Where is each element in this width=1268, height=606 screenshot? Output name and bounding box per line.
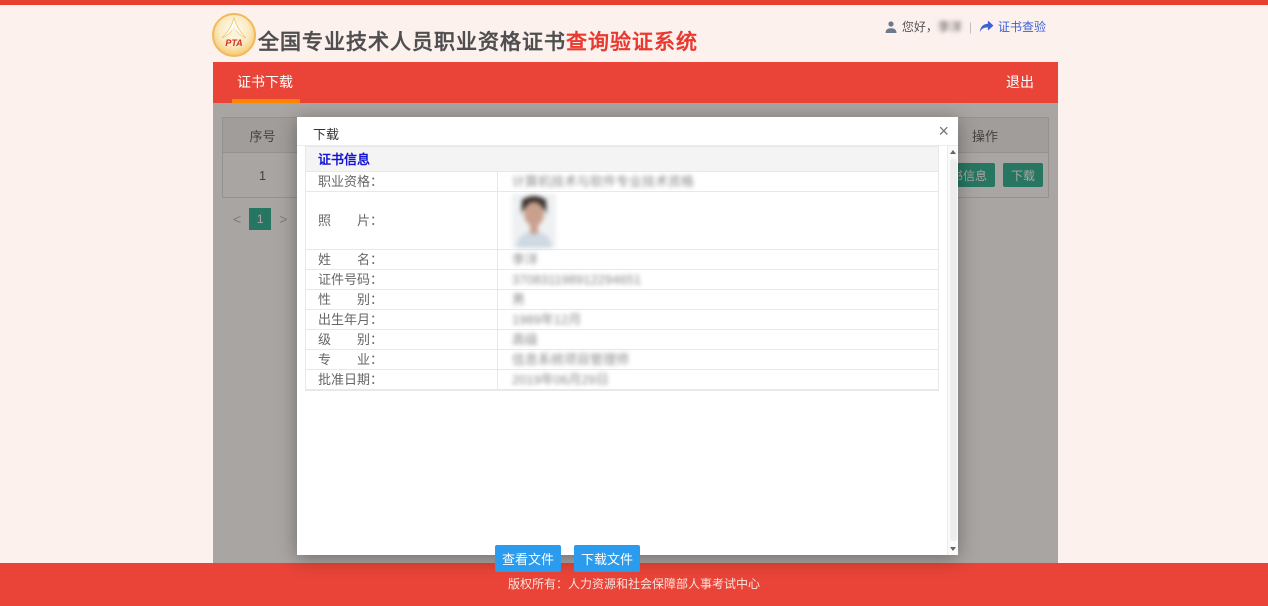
modal-scrollbar[interactable] — [947, 146, 958, 555]
field-label: 级 别： — [306, 330, 498, 349]
field-row-name: 姓 名： 李洋 — [306, 250, 938, 270]
field-value: 2019年06月29日 — [498, 370, 938, 389]
field-value: 男 — [498, 290, 938, 309]
field-value-photo — [498, 192, 938, 249]
site-header: PTA 全国专业技术人员职业资格证书查询验证系统 您好，李洋 | 证书查验 — [0, 5, 1268, 62]
modal-button-group: 查看文件 下载文件 — [495, 545, 640, 572]
field-label: 性 别： — [306, 290, 498, 309]
field-label: 职业资格： — [306, 172, 498, 191]
modal-title: 下载 — [313, 124, 339, 143]
field-value: 信息系统项目管理师 — [498, 350, 938, 369]
svg-text:PTA: PTA — [225, 38, 242, 48]
field-row-birth-date: 出生年月： 1989年12月 — [306, 310, 938, 330]
view-file-button[interactable]: 查看文件 — [495, 545, 561, 572]
field-row-approval-date: 批准日期： 2019年06月29日 — [306, 370, 938, 390]
page-title-accent: 查询验证系统 — [566, 31, 698, 54]
modal-body: 证书信息 职业资格： 计算机技术与软件专业技术资格 照 片： — [297, 146, 958, 555]
field-row-photo: 照 片： — [306, 192, 938, 250]
user-icon — [884, 20, 898, 34]
close-icon[interactable]: × — [938, 120, 949, 142]
field-value: 1989年12月 — [498, 310, 938, 329]
share-arrow-icon — [979, 20, 994, 33]
header-separator: | — [969, 20, 972, 34]
scrollbar-thumb[interactable] — [950, 159, 957, 541]
field-value: 高级 — [498, 330, 938, 349]
cert-verify-link[interactable]: 证书查验 — [998, 18, 1046, 35]
scrollbar-up-icon[interactable] — [948, 146, 958, 158]
field-row-major: 专 业： 信息系统项目管理师 — [306, 350, 938, 370]
scrollbar-down-icon[interactable] — [948, 543, 958, 555]
certificate-info-table: 证书信息 职业资格： 计算机技术与软件专业技术资格 照 片： — [305, 146, 939, 391]
field-row-id-number: 证件号码： 370831198912294651 — [306, 270, 938, 290]
field-value: 370831198912294651 — [498, 270, 938, 289]
field-label: 出生年月： — [306, 310, 498, 329]
main-nav: 证书下载 退出 — [213, 62, 1058, 103]
field-label: 照 片： — [306, 192, 498, 249]
field-row-gender: 性 别： 男 — [306, 290, 938, 310]
user-name: 李洋 — [938, 18, 962, 35]
field-row-level: 级 别： 高级 — [306, 330, 938, 350]
section-title-cert-info: 证书信息 — [306, 146, 938, 172]
header-user-area: 您好，李洋 | 证书查验 — [884, 18, 1046, 35]
logout-button[interactable]: 退出 — [1006, 62, 1034, 103]
field-label: 证件号码： — [306, 270, 498, 289]
page-root: PTA 全国专业技术人员职业资格证书查询验证系统 您好，李洋 | 证书查验 证书… — [0, 0, 1268, 606]
field-value: 李洋 — [498, 250, 938, 269]
field-label: 姓 名： — [306, 250, 498, 269]
modal-header: 下载 × — [297, 117, 958, 146]
field-row-qualification: 职业资格： 计算机技术与软件专业技术资格 — [306, 172, 938, 192]
pta-logo-icon: PTA — [212, 13, 256, 57]
page-title-main: 全国专业技术人员职业资格证书 — [258, 31, 566, 54]
download-modal: 下载 × 证书信息 职业资格： 计算机技术与软件专业技术资格 照 片： — [297, 117, 958, 555]
field-value: 计算机技术与软件专业技术资格 — [498, 172, 938, 191]
greeting-text: 您好， — [902, 18, 938, 35]
download-file-button[interactable]: 下载文件 — [574, 545, 640, 572]
portrait-photo — [512, 194, 556, 248]
tab-cert-download[interactable]: 证书下载 — [237, 62, 293, 103]
field-label: 批准日期： — [306, 370, 498, 389]
field-label: 专 业： — [306, 350, 498, 369]
page-title: 全国专业技术人员职业资格证书查询验证系统 — [258, 26, 698, 56]
